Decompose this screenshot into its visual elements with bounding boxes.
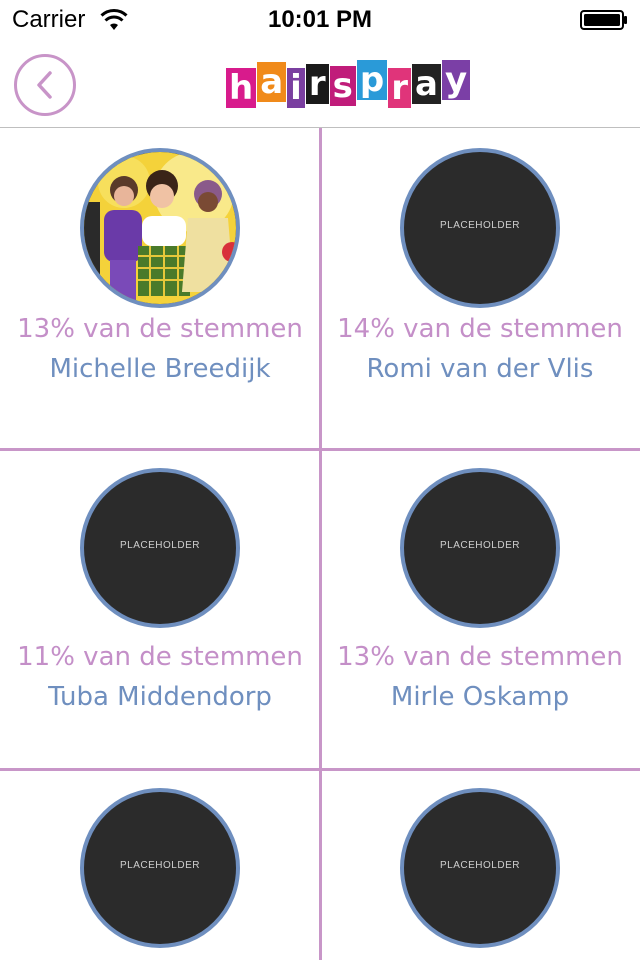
vote-percentage: 11% van de stemmen (17, 642, 303, 672)
avatar: PLACEHOLDER (80, 788, 240, 948)
placeholder-label: PLACEHOLDER (440, 540, 520, 551)
placeholder-label: PLACEHOLDER (440, 860, 520, 871)
logo-letter: y (441, 60, 471, 100)
candidate-cell[interactable]: 13% van de stemmen Michelle Breedijk (0, 128, 320, 448)
logo-letter: a (411, 64, 441, 104)
status-bar: Carrier 10:01 PM (0, 0, 640, 40)
logo-letter: i (287, 68, 305, 108)
vote-percentage: 13% van de stemmen (17, 314, 303, 344)
candidate-cell[interactable]: PLACEHOLDER 13% van de stemmen Mirle Osk… (320, 448, 640, 768)
candidate-name: Mirle Oskamp (390, 682, 570, 712)
clock: 10:01 PM (267, 6, 373, 33)
vote-percentage: 14% van de stemmen (337, 314, 623, 344)
placeholder-label: PLACEHOLDER (440, 220, 520, 231)
candidate-name: Romi van der Vlis (366, 354, 594, 384)
cast-photo (84, 152, 236, 304)
candidate-name: Michelle Breedijk (49, 354, 271, 384)
avatar (80, 148, 240, 308)
nav-bar: hairspray (0, 40, 640, 128)
candidate-cell[interactable]: PLACEHOLDER 11% van de stemmen Tuba Midd… (0, 448, 320, 768)
logo-letter: h (226, 68, 257, 108)
avatar: PLACEHOLDER (400, 148, 560, 308)
candidate-cell[interactable]: PLACEHOLDER 14% van de stemmen Romi van … (320, 128, 640, 448)
battery-icon (580, 10, 627, 30)
hairspray-logo: hairspray (226, 56, 471, 108)
candidate-cell[interactable]: PLACEHOLDER (0, 768, 320, 960)
candidate-name: Tuba Middendorp (48, 682, 272, 712)
avatar: PLACEHOLDER (400, 468, 560, 628)
logo-letter: r (305, 64, 329, 104)
logo-letter: a (257, 62, 287, 102)
avatar: PLACEHOLDER (80, 468, 240, 628)
candidate-cell[interactable]: PLACEHOLDER (320, 768, 640, 960)
placeholder-label: PLACEHOLDER (120, 540, 200, 551)
avatar: PLACEHOLDER (400, 788, 560, 948)
logo-letter: r (388, 68, 411, 108)
placeholder-label: PLACEHOLDER (120, 860, 200, 871)
back-button[interactable] (14, 54, 76, 116)
chevron-left-icon (37, 71, 52, 99)
logo-letter: s (329, 66, 356, 106)
vote-percentage: 13% van de stemmen (337, 642, 623, 672)
logo-letter: p (356, 60, 388, 100)
